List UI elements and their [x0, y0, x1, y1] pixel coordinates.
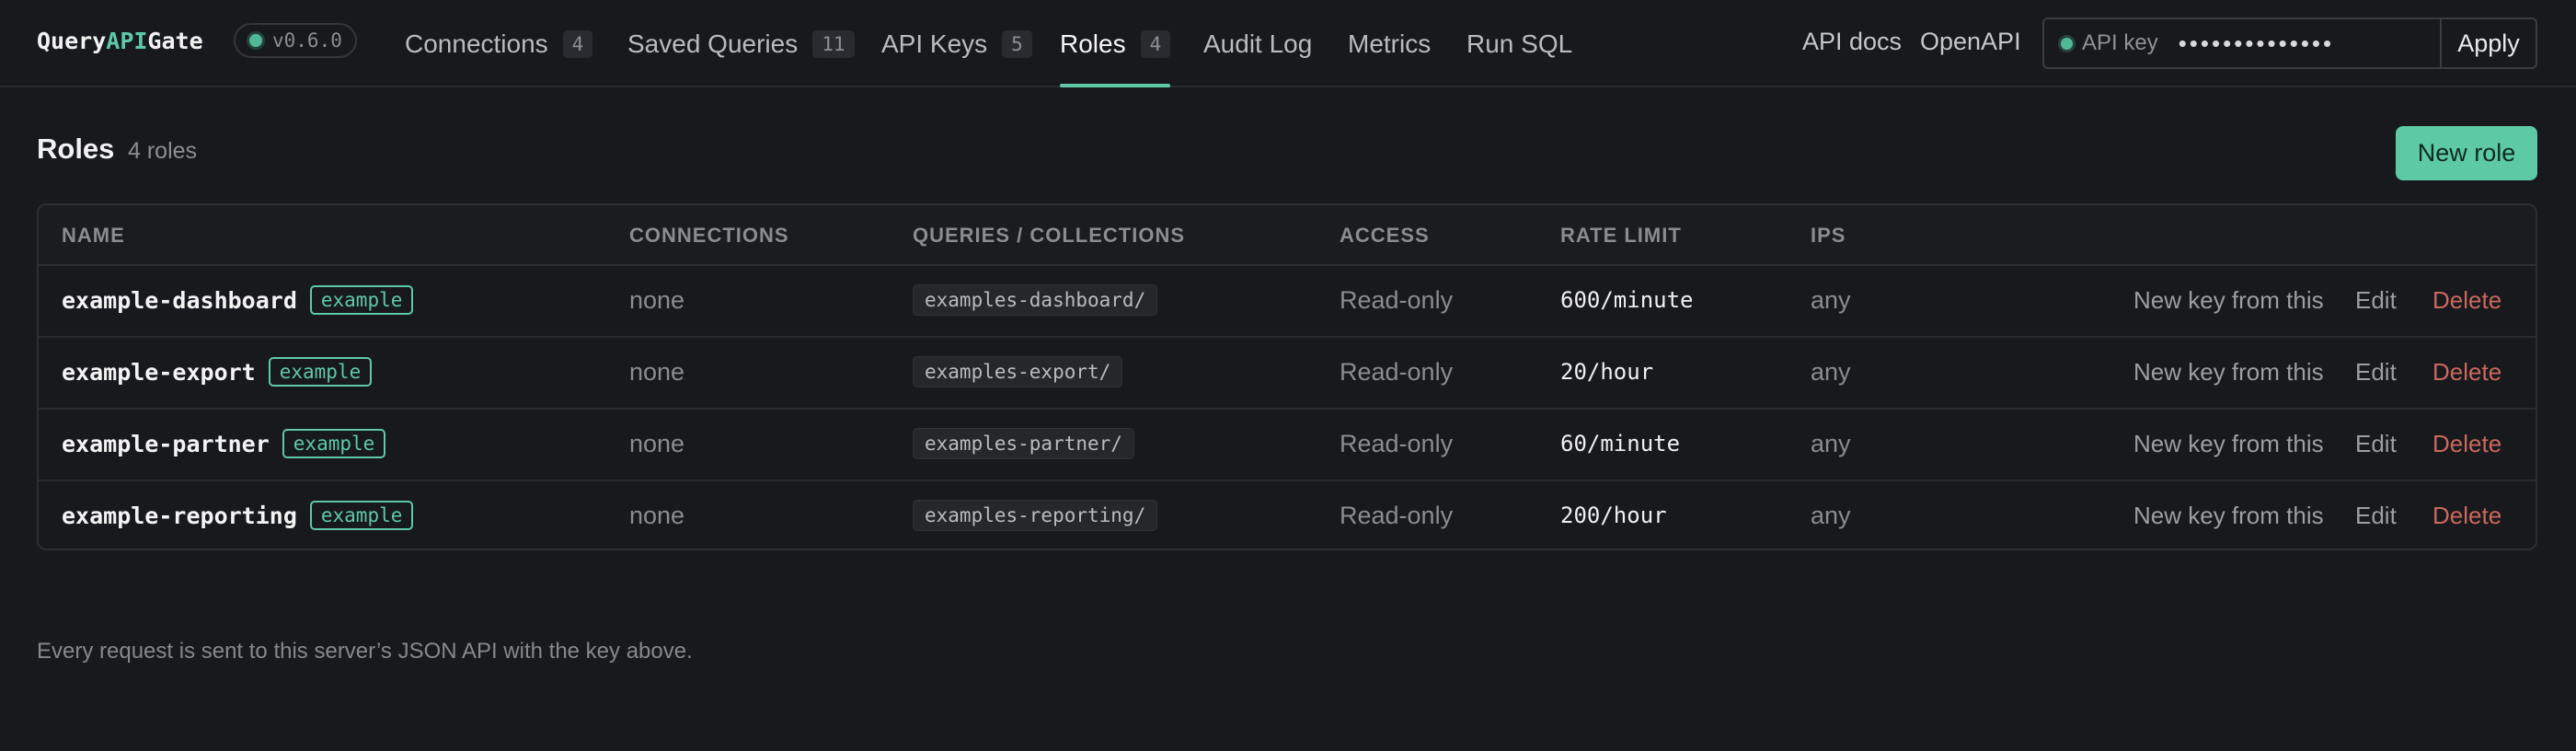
column-header: IPS	[1811, 224, 1846, 247]
queries-cell: examples-dashboard/	[913, 284, 1158, 316]
ips-cell: any	[1811, 357, 1851, 386]
nav-audit-log[interactable]: Audit Log	[1203, 0, 1312, 87]
table-row: example-dashboard example none examples-d…	[39, 264, 2536, 338]
edit-button[interactable]: Edit	[2355, 264, 2397, 336]
top-bar: QueryAPIGate v0.6.0 Connections 4 Saved Q…	[0, 0, 2576, 87]
access-cell: Read-only	[1340, 357, 1454, 386]
role-name[interactable]: example-reporting	[62, 503, 297, 529]
connections-cell: none	[629, 429, 685, 457]
api-key-input[interactable]: API key ••••••••••••••	[2042, 17, 2440, 69]
table-header: NAME CONNECTIONS QUERIES / COLLECTIONS A…	[39, 205, 2536, 266]
rate-limit-cell: 60/minute	[1560, 431, 1681, 456]
nav-metrics[interactable]: Metrics	[1348, 0, 1431, 87]
connections-cell: none	[629, 501, 685, 529]
new-role-button[interactable]: New role	[2396, 126, 2537, 180]
apply-button[interactable]: Apply	[2440, 17, 2537, 69]
footer-note: Every request is sent to this server’s J…	[37, 639, 693, 664]
nav-saved-queries[interactable]: Saved Queries 11	[627, 0, 855, 87]
access-cell: Read-only	[1340, 501, 1454, 529]
delete-button[interactable]: Delete	[2432, 264, 2501, 336]
column-header: ACCESS	[1340, 224, 1430, 247]
rate-limit-cell: 20/hour	[1560, 359, 1654, 385]
rate-limit-cell: 200/hour	[1560, 503, 1667, 528]
role-name[interactable]: example-dashboard	[62, 287, 297, 314]
openapi-link[interactable]: OpenAPI	[1920, 0, 2021, 83]
new-key-from-role-button[interactable]: New key from this	[2133, 479, 2324, 549]
delete-button[interactable]: Delete	[2432, 479, 2501, 549]
nav-connections[interactable]: Connections 4	[405, 0, 593, 87]
queries-cell: examples-reporting/	[913, 500, 1158, 531]
table-row: example-partner example none examples-par…	[39, 408, 2536, 481]
nav-count: 4	[1140, 29, 1171, 58]
connections-cell: none	[629, 357, 685, 386]
column-header: NAME	[62, 224, 125, 247]
rate-limit-cell: 600/minute	[1560, 287, 1694, 313]
nav-count: 4	[562, 29, 593, 58]
table-row: example-reporting example none examples-r…	[39, 479, 2536, 549]
edit-button[interactable]: Edit	[2355, 479, 2397, 549]
table-row: example-export example none examples-expo…	[39, 336, 2536, 410]
nav-api-keys[interactable]: API Keys 5	[881, 0, 1032, 87]
example-tag: example	[309, 501, 414, 530]
edit-button[interactable]: Edit	[2355, 408, 2397, 479]
example-tag: example	[309, 285, 414, 315]
column-header: RATE LIMIT	[1560, 224, 1682, 247]
column-header: QUERIES / COLLECTIONS	[913, 224, 1186, 247]
role-count: 4 roles	[128, 138, 198, 164]
queries-cell: examples-export/	[913, 356, 1123, 387]
status-dot-icon	[249, 34, 262, 47]
example-tag: example	[282, 429, 386, 458]
queries-cell: examples-partner/	[913, 428, 1134, 459]
edit-button[interactable]: Edit	[2355, 336, 2397, 408]
column-header: CONNECTIONS	[629, 224, 789, 247]
new-key-from-role-button[interactable]: New key from this	[2133, 336, 2324, 408]
app-logo[interactable]: QueryAPIGate	[37, 28, 203, 54]
nav-roles[interactable]: Roles 4	[1060, 0, 1171, 87]
delete-button[interactable]: Delete	[2432, 336, 2501, 408]
status-dot-icon	[2061, 37, 2073, 50]
role-name[interactable]: example-export	[62, 359, 256, 386]
connections-cell: none	[629, 285, 685, 314]
example-tag: example	[268, 357, 373, 387]
roles-table: NAME CONNECTIONS QUERIES / COLLECTIONS A…	[37, 203, 2537, 550]
ips-cell: any	[1811, 429, 1851, 457]
page-title: Roles	[37, 133, 115, 165]
api-docs-link[interactable]: API docs	[1802, 0, 1902, 83]
access-cell: Read-only	[1340, 429, 1454, 457]
version-badge: v0.6.0	[234, 23, 357, 58]
new-key-from-role-button[interactable]: New key from this	[2133, 264, 2324, 336]
role-name[interactable]: example-partner	[62, 431, 270, 457]
api-key-value: ••••••••••••••	[2178, 29, 2335, 57]
nav-run-sql[interactable]: Run SQL	[1466, 0, 1572, 87]
delete-button[interactable]: Delete	[2432, 408, 2501, 479]
access-cell: Read-only	[1340, 285, 1454, 314]
ips-cell: any	[1811, 285, 1851, 314]
api-key-label: API key	[2082, 30, 2158, 55]
ips-cell: any	[1811, 501, 1851, 529]
nav-count: 5	[1002, 29, 1032, 58]
nav-count: 11	[812, 29, 855, 58]
new-key-from-role-button[interactable]: New key from this	[2133, 408, 2324, 479]
